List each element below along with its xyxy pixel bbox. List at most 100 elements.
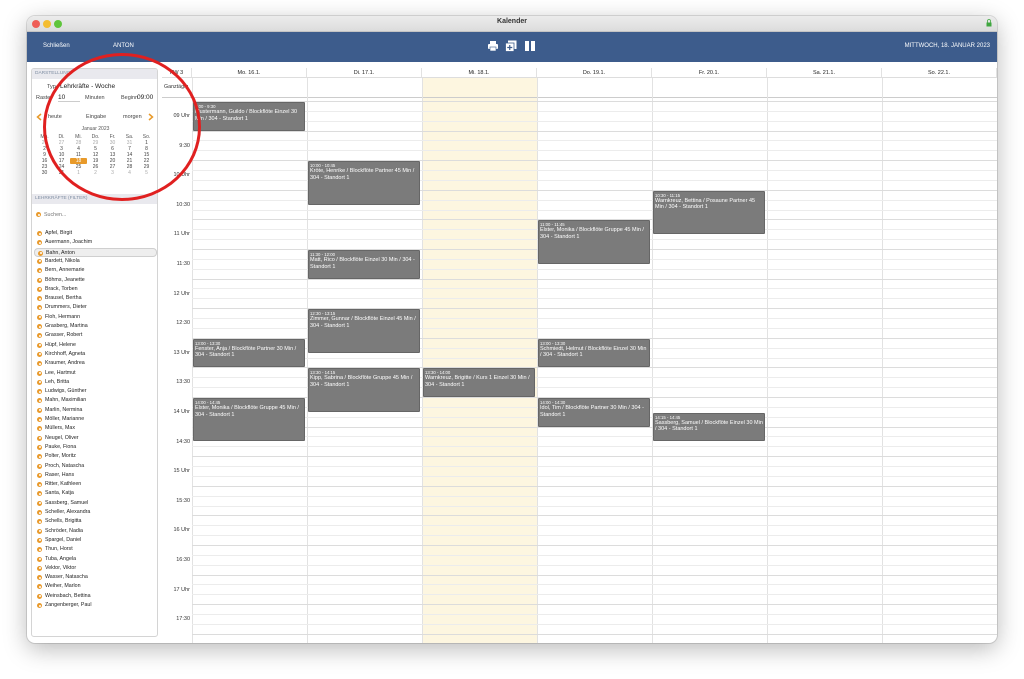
mini-calendar-day[interactable]: 31 [53, 170, 70, 176]
teacher-filter-icon[interactable] [37, 537, 42, 543]
teacher-filter-icon[interactable] [37, 547, 42, 553]
input-button[interactable]: Eingabe [86, 114, 106, 120]
teacher-list-item[interactable]: Kraumer, Andrea [34, 359, 157, 368]
teacher-list-item[interactable]: Scheller, Alexandra [34, 508, 157, 517]
teacher-filter-icon[interactable] [37, 556, 42, 562]
calendar-event[interactable]: 9:00 - 9:30 Mustermann, Guildo / Blockflö… [193, 102, 305, 131]
teacher-list-item[interactable]: Brack, Torben [34, 285, 157, 294]
teacher-list-item[interactable]: Schröder, Nadia [34, 527, 157, 536]
teacher-list-item[interactable]: Tuba, Angela [34, 555, 157, 564]
teacher-list-item[interactable]: Weiher, Marlon [34, 582, 157, 591]
teacher-filter-icon[interactable] [37, 417, 42, 422]
teacher-list-item[interactable]: Marlin, Nermina [34, 406, 157, 415]
teacher-filter-icon[interactable] [37, 342, 42, 348]
teacher-list-item[interactable]: Ritter, Kathleen [34, 480, 157, 489]
calendar-event[interactable]: 11:00 - 11:45 Elster, Monika / Blockflöte… [538, 220, 650, 264]
teacher-filter-icon[interactable] [37, 528, 42, 534]
teacher-filter-icon[interactable] [37, 314, 42, 320]
calendar-event[interactable]: 10:00 - 10:45 Kröte, Henrike / Blockflöte… [308, 161, 420, 205]
teacher-filter-icon[interactable] [37, 454, 42, 460]
teacher-filter-icon[interactable] [37, 333, 42, 339]
teacher-list-item[interactable]: Proch, Natascha [34, 462, 157, 471]
teacher-list-item[interactable]: Weinsbach, Bettina [34, 592, 157, 601]
teacher-list-item[interactable]: Polter, Moritz [34, 452, 157, 461]
teacher-filter-icon[interactable] [38, 250, 43, 256]
teacher-filter-icon[interactable] [37, 472, 42, 478]
teacher-filter-icon[interactable] [37, 258, 42, 264]
teacher-filter-icon[interactable] [37, 351, 42, 357]
teacher-filter-icon[interactable] [37, 584, 42, 590]
teacher-list-item[interactable]: Leh, Britta [34, 378, 157, 387]
teacher-filter-icon[interactable] [37, 593, 42, 599]
mini-calendar-day[interactable]: 4 [121, 170, 138, 176]
teacher-list-item[interactable]: Pauke, Fiona [34, 443, 157, 452]
teacher-filter-icon[interactable] [37, 519, 42, 525]
add-window-icon[interactable] [505, 40, 517, 52]
teacher-filter-icon[interactable] [37, 305, 42, 311]
mini-calendar-day[interactable]: 5 [138, 170, 155, 176]
day-header[interactable]: Mo. 16.1. [192, 68, 307, 78]
teacher-list-item[interactable]: Thun, Horst [34, 545, 157, 554]
day-header[interactable]: So. 22.1. [882, 68, 997, 78]
teacher-list-item[interactable]: Sassberg, Samuel [34, 499, 157, 508]
chevron-right-icon[interactable] [148, 113, 154, 121]
teacher-filter-icon[interactable] [37, 407, 42, 413]
calendar-event[interactable]: 10:30 - 11:15 Warnkreuz, Bettina / Posaun… [653, 190, 765, 235]
teacher-filter-icon[interactable] [37, 398, 42, 404]
teacher-list-item[interactable]: Wasser, Natascha [34, 573, 157, 582]
teacher-list-item[interactable]: Zangenberger, Paul [34, 601, 157, 610]
teacher-list-item[interactable]: Hüpf, Helene [34, 341, 157, 350]
teacher-list-item[interactable]: Santa, Katja [34, 489, 157, 498]
teacher-filter-icon[interactable] [37, 389, 42, 395]
teacher-list-item[interactable]: Neugel, Oliver [34, 434, 157, 443]
teacher-list-item[interactable]: Bern, Annemarie [34, 266, 157, 275]
calendar-event[interactable]: 14:00 - 14:30 Idol, Tim / Blockflöte Part… [538, 398, 650, 427]
teacher-list-item[interactable]: Böhms, Jeanette [34, 276, 157, 285]
day-header[interactable]: Do. 19.1. [537, 68, 652, 78]
calendar-event[interactable]: 14:00 - 14:45 Elster, Monika / Blockflöte… [193, 398, 305, 442]
chevron-left-icon[interactable] [36, 113, 42, 121]
teacher-list-item[interactable]: Spargel, Daniel [34, 536, 157, 545]
teacher-list-item[interactable]: Grasser, Robert [34, 331, 157, 340]
mini-calendar-day[interactable]: 1 [70, 170, 87, 176]
teacher-filter-icon[interactable] [37, 379, 42, 385]
teacher-list-item[interactable]: Möller, Marianne [34, 415, 157, 424]
today-button[interactable]: heute [48, 114, 62, 120]
day-header[interactable]: Fr. 20.1. [652, 68, 767, 78]
teacher-search-input[interactable] [44, 210, 152, 219]
teacher-filter-icon[interactable] [37, 361, 42, 367]
teacher-filter-icon[interactable] [37, 603, 42, 608]
teacher-filter-icon[interactable] [37, 463, 42, 469]
print-icon[interactable] [487, 40, 499, 52]
teacher-list-item[interactable]: Müllers, Max [34, 424, 157, 433]
calendar-event[interactable]: 13:00 - 13:30 Fenster, Anja / Blockflöte … [193, 338, 305, 368]
teacher-filter-icon[interactable] [37, 324, 42, 329]
teacher-filter-icon[interactable] [37, 510, 42, 515]
teacher-list-item[interactable]: Drummers, Dieter [34, 303, 157, 312]
raster-select[interactable]: 10 [58, 94, 80, 102]
teacher-filter-icon[interactable] [37, 444, 42, 450]
teacher-list-item[interactable]: Lee, Hartmut [34, 369, 157, 378]
tomorrow-button[interactable]: morgen [123, 114, 142, 120]
mini-calendar-day[interactable]: 2 [87, 170, 104, 176]
day-header[interactable]: Mi. 18.1. [422, 68, 537, 78]
calendar-event[interactable]: 13:30 - 14:15 Kipp, Sabrina / Blockflöte … [308, 368, 420, 412]
columns-icon[interactable] [524, 40, 536, 52]
teacher-filter-icon[interactable] [37, 277, 42, 283]
teacher-filter-icon[interactable] [37, 575, 42, 581]
teacher-filter-icon[interactable] [37, 296, 42, 302]
teacher-list-item[interactable]: Vektor, Viktor [34, 564, 157, 573]
teacher-list-item[interactable]: Mahn, Maximilian [34, 396, 157, 405]
teacher-filter-icon[interactable] [37, 231, 42, 236]
teacher-list-item[interactable]: Brausel, Bertha [34, 294, 157, 303]
teacher-list-item[interactable]: Ludwigs, Günther [34, 387, 157, 396]
teacher-list-item[interactable]: Kirchhoff, Agneta [34, 350, 157, 359]
teacher-list-item[interactable]: Grasberg, Martina [34, 322, 157, 331]
close-button[interactable]: Schließen [43, 43, 70, 49]
teacher-filter-icon[interactable] [37, 286, 42, 292]
teacher-filter-icon[interactable] [37, 240, 42, 246]
teacher-filter-icon[interactable] [37, 370, 42, 376]
start-input[interactable]: 09:00 [137, 94, 153, 101]
teacher-filter-icon[interactable] [37, 500, 42, 506]
teacher-filter-icon[interactable] [37, 491, 42, 497]
